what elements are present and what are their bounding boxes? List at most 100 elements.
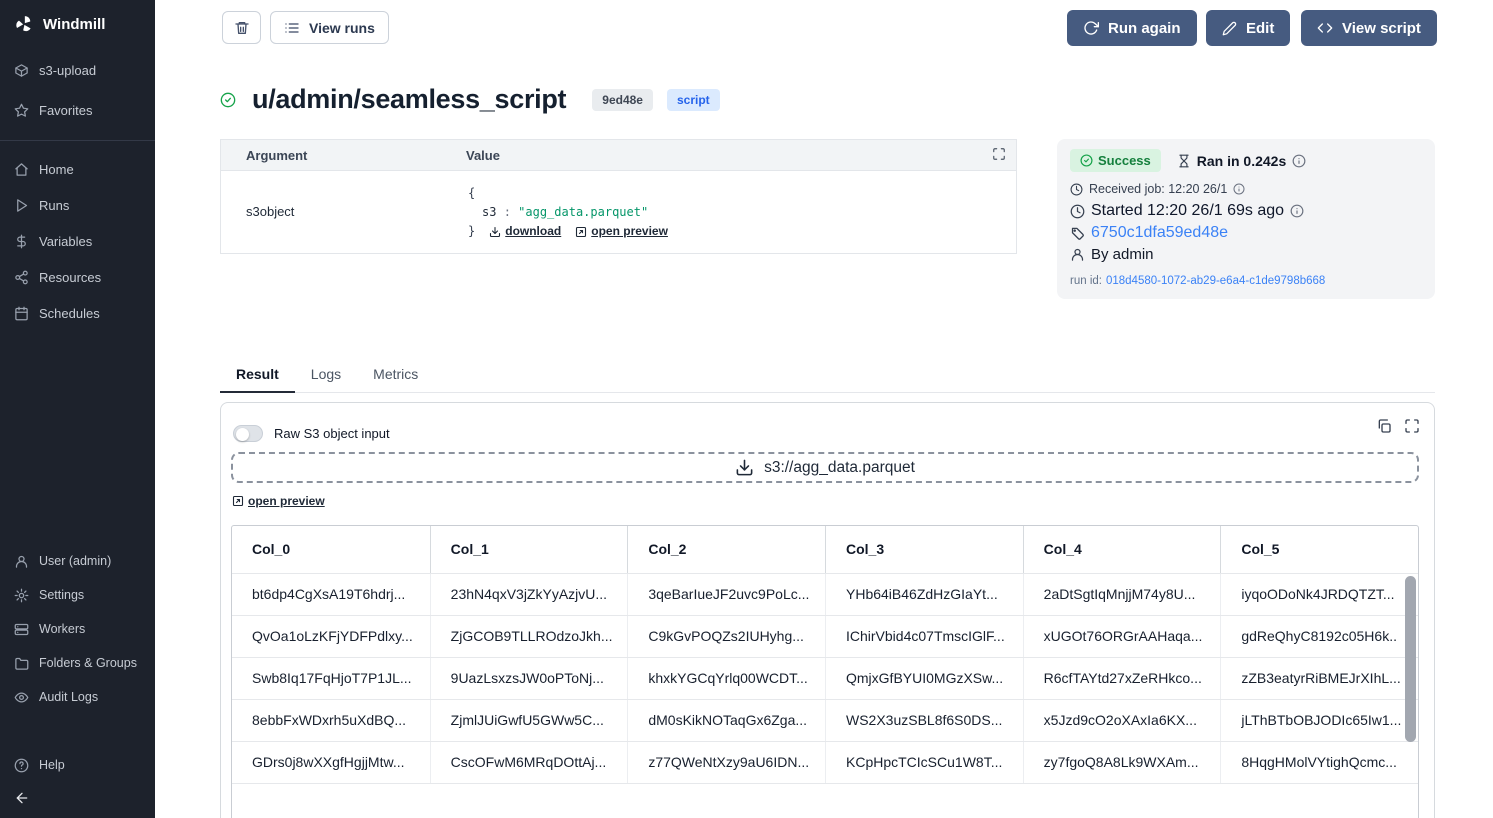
tab-result[interactable]: Result bbox=[220, 364, 295, 393]
toggle-knob bbox=[236, 428, 249, 441]
sidebar-item-label: Folders & Groups bbox=[39, 656, 137, 670]
download-link[interactable]: download bbox=[489, 222, 561, 241]
external-link-icon bbox=[232, 495, 244, 507]
table-cell: 2aDtSgtIqMnjjM74y8U... bbox=[1023, 574, 1221, 615]
sidebar-item-settings[interactable]: Settings bbox=[0, 578, 155, 612]
info-icon[interactable] bbox=[1290, 204, 1304, 218]
sidebar-item-home[interactable]: Home bbox=[0, 151, 155, 187]
table-cell: 8ebbFxWDxrh5uXdBQ... bbox=[232, 700, 430, 741]
json-close-brace: } bbox=[468, 222, 475, 241]
table-header-row: Col_0 Col_1 Col_2 Col_3 Col_4 Col_5 bbox=[232, 526, 1418, 573]
sidebar-item-resources[interactable]: Resources bbox=[0, 259, 155, 295]
received-job-text: Received job: 12:20 26/1 bbox=[1089, 182, 1227, 196]
expand-arguments-icon[interactable] bbox=[992, 147, 1006, 161]
column-header: Col_4 bbox=[1023, 526, 1221, 573]
sidebar-item-help[interactable]: Help bbox=[0, 748, 155, 782]
collapse-sidebar-button[interactable] bbox=[0, 782, 155, 818]
success-check-icon bbox=[220, 92, 236, 108]
result-panel: Raw S3 object input s3://agg_data.parque… bbox=[220, 402, 1435, 818]
tab-metrics[interactable]: Metrics bbox=[357, 364, 434, 392]
arrow-left-icon bbox=[14, 790, 141, 806]
star-icon bbox=[14, 103, 29, 118]
raw-s3-toggle[interactable] bbox=[233, 425, 263, 442]
table-row: GDrs0j8wXXgfHgjjMtw... CscOFwM6MRqDOttAj… bbox=[232, 741, 1418, 783]
sidebar-item-workers[interactable]: Workers bbox=[0, 612, 155, 646]
raw-s3-toggle-row: Raw S3 object input bbox=[233, 425, 390, 442]
script-kind-badge: script bbox=[667, 89, 720, 111]
check-circle-icon bbox=[1080, 154, 1093, 167]
delete-run-button[interactable] bbox=[222, 11, 261, 44]
argument-value-json: { s3 : "agg_data.parquet" } download ope… bbox=[466, 184, 1016, 241]
run-status-card: Success Ran in 0.242s Received job: 12:2… bbox=[1057, 139, 1435, 299]
windmill-brand[interactable]: Windmill bbox=[0, 0, 155, 50]
sidebar-item-label: Schedules bbox=[39, 306, 100, 321]
table-cell: QvOa1oLzKFjYDFPdlxy... bbox=[232, 616, 430, 657]
sidebar-item-runs[interactable]: Runs bbox=[0, 187, 155, 223]
sidebar-item-schedules[interactable]: Schedules bbox=[0, 295, 155, 331]
sidebar-item-label: s3-upload bbox=[39, 63, 96, 78]
table-cell: C9kGvPOQZs2IUHyhg... bbox=[627, 616, 825, 657]
run-id-link[interactable]: 018d4580-1072-ab29-e6a4-c1de9798b668 bbox=[1106, 275, 1325, 287]
edit-button[interactable]: Edit bbox=[1206, 10, 1290, 46]
sidebar-item-label: User (admin) bbox=[39, 554, 111, 568]
clock-icon bbox=[1070, 183, 1083, 196]
user-icon bbox=[14, 554, 29, 569]
open-preview-link[interactable]: open preview bbox=[575, 222, 668, 241]
table-cell: GDrs0j8wXXgfHgjjMtw... bbox=[232, 742, 430, 783]
table-cell: zZB3eatyrRiBMEJrXIhL... bbox=[1220, 658, 1418, 699]
table-cell: R6cfTAYtd27xZeRHkco... bbox=[1023, 658, 1221, 699]
sidebar-item-s3-upload[interactable]: s3-upload bbox=[0, 50, 155, 90]
sidebar-item-label: Resources bbox=[39, 270, 101, 285]
copy-result-icon[interactable] bbox=[1376, 418, 1392, 434]
sidebar-item-variables[interactable]: Variables bbox=[0, 223, 155, 259]
table-row: 8ebbFxWDxrh5uXdBQ... ZjmlJUiGwfU5GWw5C..… bbox=[232, 699, 1418, 741]
parquet-preview-table: Col_0 Col_1 Col_2 Col_3 Col_4 Col_5 bt6d… bbox=[231, 525, 1419, 818]
server-icon bbox=[14, 622, 29, 637]
json-key: s3 bbox=[482, 205, 496, 219]
argument-column-header: Argument bbox=[221, 140, 466, 171]
table-cell: ZjGCOB9TLLROdzoJkh... bbox=[430, 616, 628, 657]
column-header: Col_2 bbox=[627, 526, 825, 573]
tag-icon bbox=[1070, 226, 1085, 241]
script-hash-badge: 9ed48e bbox=[592, 89, 653, 111]
sidebar-item-favorites[interactable]: Favorites bbox=[0, 90, 155, 130]
folder-icon bbox=[14, 656, 29, 671]
table-cell: jLThBTbOBJODIc65Iw1... bbox=[1220, 700, 1418, 741]
sidebar-item-audit-logs[interactable]: Audit Logs bbox=[0, 680, 155, 714]
info-icon[interactable] bbox=[1233, 183, 1245, 195]
table-cell: CscOFwM6MRqDOttAj... bbox=[430, 742, 628, 783]
cube-icon bbox=[14, 63, 29, 78]
refresh-icon bbox=[1083, 20, 1099, 36]
info-icon[interactable] bbox=[1292, 154, 1306, 168]
table-scrollbar-thumb[interactable] bbox=[1405, 576, 1416, 742]
eye-icon bbox=[14, 690, 29, 705]
s3-file-download-box[interactable]: s3://agg_data.parquet bbox=[231, 452, 1419, 483]
run-again-button[interactable]: Run again bbox=[1067, 10, 1197, 46]
sidebar-item-user-admin[interactable]: User (admin) bbox=[0, 544, 155, 578]
sidebar-item-label: Variables bbox=[39, 234, 92, 249]
table-cell: WS2X3uzSBL8f6S0DS... bbox=[825, 700, 1023, 741]
expand-result-icon[interactable] bbox=[1404, 418, 1420, 434]
view-runs-label: View runs bbox=[309, 20, 375, 36]
table-cell: zy7fgoQ8A8Lk9WXAm... bbox=[1023, 742, 1221, 783]
arguments-table-header: Argument Value bbox=[221, 140, 1016, 171]
external-link-icon bbox=[575, 226, 587, 238]
sidebar-item-label: Workers bbox=[39, 622, 85, 636]
duration-text: Ran in 0.242s bbox=[1197, 153, 1287, 169]
sidebar-item-folders-groups[interactable]: Folders & Groups bbox=[0, 646, 155, 680]
table-cell: x5Jzd9cO2oXAxIa6KX... bbox=[1023, 700, 1221, 741]
open-preview-label: open preview bbox=[248, 494, 325, 508]
column-header: Col_3 bbox=[825, 526, 1023, 573]
open-preview-link[interactable]: open preview bbox=[232, 494, 325, 508]
edit-label: Edit bbox=[1246, 20, 1274, 37]
status-row-started: Started 12:20 26/1 69s ago bbox=[1070, 202, 1422, 220]
arguments-table-row: s3object { s3 : "agg_data.parquet" } dow… bbox=[221, 171, 1016, 253]
tab-logs[interactable]: Logs bbox=[295, 364, 357, 392]
nodes-icon bbox=[14, 270, 29, 285]
job-hash-link[interactable]: 6750c1dfa59ed48e bbox=[1091, 224, 1228, 242]
sidebar-item-label: Settings bbox=[39, 588, 84, 602]
title-row: u/admin/seamless_script 9ed48e script bbox=[220, 84, 720, 115]
view-runs-button[interactable]: View runs bbox=[270, 11, 389, 44]
view-script-button[interactable]: View script bbox=[1301, 10, 1437, 46]
sidebar-item-label: Audit Logs bbox=[39, 690, 98, 704]
